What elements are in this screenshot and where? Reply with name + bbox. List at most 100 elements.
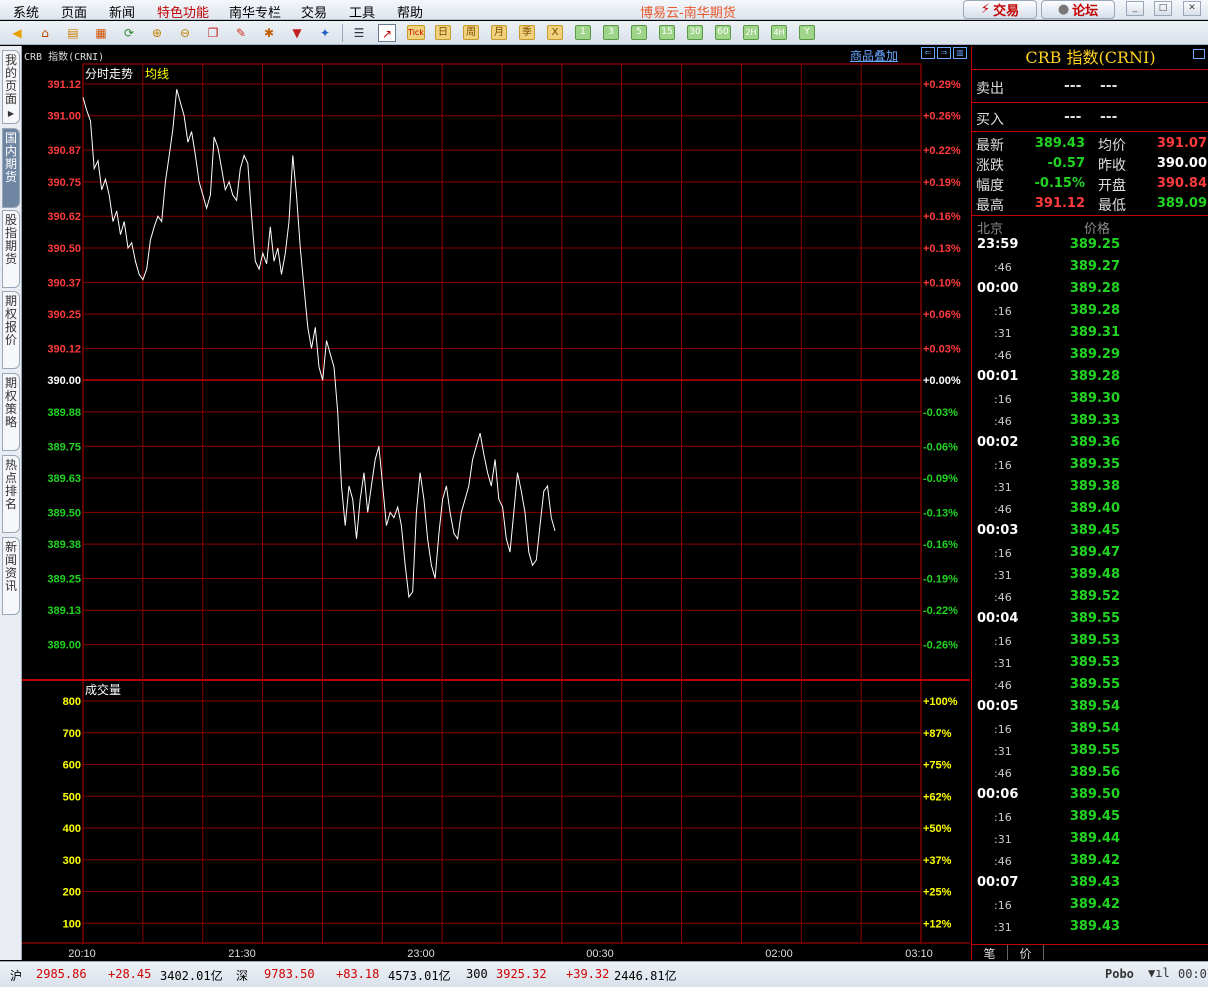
- tab-option-quotes-label: 期权报价: [4, 294, 17, 347]
- commodity-overlay-link[interactable]: 商品叠加: [850, 47, 898, 64]
- tab-my-page[interactable]: 我的页面 ▶: [2, 50, 20, 124]
- tick-chart-button[interactable]: Tick: [407, 25, 425, 40]
- calendar-icon[interactable]: ▦: [92, 24, 110, 42]
- sh-label: 沪: [10, 969, 23, 983]
- tab-hot-ranking[interactable]: 热点排名: [2, 455, 20, 533]
- period-3-button[interactable]: 3: [603, 25, 619, 40]
- high-label: 最高: [976, 198, 1004, 214]
- period-2h-button[interactable]: 2H: [743, 25, 759, 40]
- period-y-button[interactable]: Y: [799, 25, 815, 40]
- period-15-button[interactable]: 15: [659, 25, 675, 40]
- period-week-button[interactable]: 周: [463, 25, 479, 40]
- minimize-button[interactable]: _: [1126, 1, 1144, 16]
- timeshare-chart[interactable]: 391.12 +0.29% 391.00 +0.26% 390.87 +0.22% 390.…: [22, 46, 970, 960]
- tab-news-info-label: 新闻资讯: [4, 540, 17, 593]
- tab-news-info[interactable]: 新闻资讯: [2, 537, 20, 615]
- minimize-icon: _: [1132, 3, 1138, 13]
- tick-time: :31: [994, 657, 1012, 670]
- menu-news[interactable]: 新闻: [109, 2, 135, 21]
- menu-trade[interactable]: 交易: [301, 2, 327, 21]
- chart-layout-icon[interactable]: ▥: [953, 47, 967, 59]
- quote-panel: CRB 指数(CRNI) 卖出 --- --- 买入 --- --- 最新 38…: [971, 46, 1208, 961]
- period-5-button[interactable]: 5: [631, 25, 647, 40]
- timeshare-chart-panel[interactable]: 391.12 +0.29% 391.00 +0.26% 390.87 +0.22% 390.…: [22, 46, 970, 960]
- price-axis-label: 389.63: [47, 473, 81, 485]
- chart-next-icon[interactable]: ⇒: [937, 47, 951, 59]
- chart-prev-icon[interactable]: ⇐: [921, 47, 935, 59]
- tick-price: 389.35: [1069, 457, 1120, 472]
- tick-time: 00:02: [977, 435, 1019, 450]
- maximize-icon: □: [1158, 3, 1168, 13]
- close-button[interactable]: ✕: [1183, 1, 1201, 16]
- notebook-icon[interactable]: ▤: [64, 24, 82, 42]
- low-label: 最低: [1098, 198, 1126, 214]
- tick-time: 00:05: [977, 699, 1019, 714]
- home-icon[interactable]: ⌂: [36, 24, 54, 42]
- avg-value: 391.07: [1156, 136, 1207, 151]
- maximize-button[interactable]: □: [1154, 1, 1172, 16]
- zoom-in-icon[interactable]: ⊕: [148, 24, 166, 42]
- trade-button[interactable]: ⚡ 交易: [963, 0, 1037, 19]
- tick-time: :46: [994, 679, 1012, 692]
- tab-option-quotes[interactable]: 期权报价: [2, 291, 20, 369]
- tick-time: :46: [994, 767, 1012, 780]
- tab-domestic-futures-label: 国内期货: [4, 131, 17, 184]
- average-line-label: 均线: [145, 67, 169, 81]
- menu-tools[interactable]: 工具: [349, 2, 375, 21]
- back-arrow-icon[interactable]: ◀: [8, 24, 26, 42]
- tab-ticks[interactable]: 笔: [972, 945, 1008, 961]
- period-x-button[interactable]: X: [547, 25, 563, 40]
- menu-nanhua-column[interactable]: 南华专栏: [229, 2, 281, 21]
- windows-icon[interactable]: ❐: [204, 24, 222, 42]
- quote-panel-toggle-icon[interactable]: [1193, 49, 1205, 59]
- forum-button[interactable]: ● 论坛: [1041, 0, 1115, 19]
- period-30-button[interactable]: 30: [687, 25, 703, 40]
- menu-special-features[interactable]: 特色功能: [157, 2, 209, 21]
- tab-domestic-futures[interactable]: 国内期货: [2, 128, 20, 208]
- tick-time: 23:59: [977, 237, 1019, 252]
- status-clock: 00:07: [1178, 967, 1208, 981]
- percent-axis-label: +0.03%: [923, 343, 961, 355]
- tick-price: 389.50: [1069, 787, 1120, 802]
- tick-price: 389.45: [1069, 809, 1120, 824]
- tick-price: 389.42: [1069, 853, 1120, 868]
- tick-header-time: 北京: [977, 222, 1004, 237]
- tick-price: 389.53: [1069, 633, 1120, 648]
- menu-system[interactable]: 系统: [13, 2, 39, 21]
- menu-page[interactable]: 页面: [61, 2, 87, 21]
- refresh-icon[interactable]: ⟳: [120, 24, 138, 42]
- volume-percent-label: +25%: [923, 887, 952, 899]
- tab-price-volume[interactable]: 价: [1008, 945, 1044, 961]
- app-title: 博易云-南华期货: [640, 6, 736, 21]
- volume-percent-label: +100%: [923, 696, 958, 708]
- draw-pen-icon[interactable]: ✎: [232, 24, 250, 42]
- lightning-icon: ⚡: [980, 2, 991, 17]
- timeshare-chart-icon[interactable]: ↗: [378, 24, 396, 42]
- quote-table-icon[interactable]: ☰: [350, 24, 368, 42]
- period-month-button[interactable]: 月: [491, 25, 507, 40]
- filter-icon[interactable]: ▼: [288, 24, 306, 42]
- period-1-button[interactable]: 1: [575, 25, 591, 40]
- tick-price: 389.55: [1069, 677, 1120, 692]
- tab-index-futures[interactable]: 股指期货: [2, 210, 20, 288]
- amplitude-value: -0.15%: [1034, 176, 1086, 191]
- period-4h-button[interactable]: 4H: [771, 25, 787, 40]
- price-axis-label: 390.62: [47, 211, 81, 223]
- zoom-out-icon[interactable]: ⊖: [176, 24, 194, 42]
- volume-axis-label: 200: [63, 887, 81, 899]
- signal-icon: ▼ıl: [1148, 966, 1170, 980]
- tick-price: 389.27: [1069, 259, 1120, 274]
- period-day-button[interactable]: 日: [435, 25, 451, 40]
- percent-axis-label: +0.22%: [923, 145, 961, 157]
- paint-icon[interactable]: ✱: [260, 24, 278, 42]
- period-60-button[interactable]: 60: [715, 25, 731, 40]
- new-item-icon[interactable]: ✦: [316, 24, 334, 42]
- tick-time: :31: [994, 481, 1012, 494]
- volume-percent-label: +87%: [923, 728, 952, 740]
- period-quarter-button[interactable]: 季: [519, 25, 535, 40]
- price-pane-label: 分时走势: [85, 67, 133, 81]
- tab-option-strategies[interactable]: 期权策略: [2, 373, 20, 451]
- tick-price: 389.28: [1069, 369, 1120, 384]
- tick-price: 389.43: [1069, 875, 1120, 890]
- menu-help[interactable]: 帮助: [397, 2, 423, 21]
